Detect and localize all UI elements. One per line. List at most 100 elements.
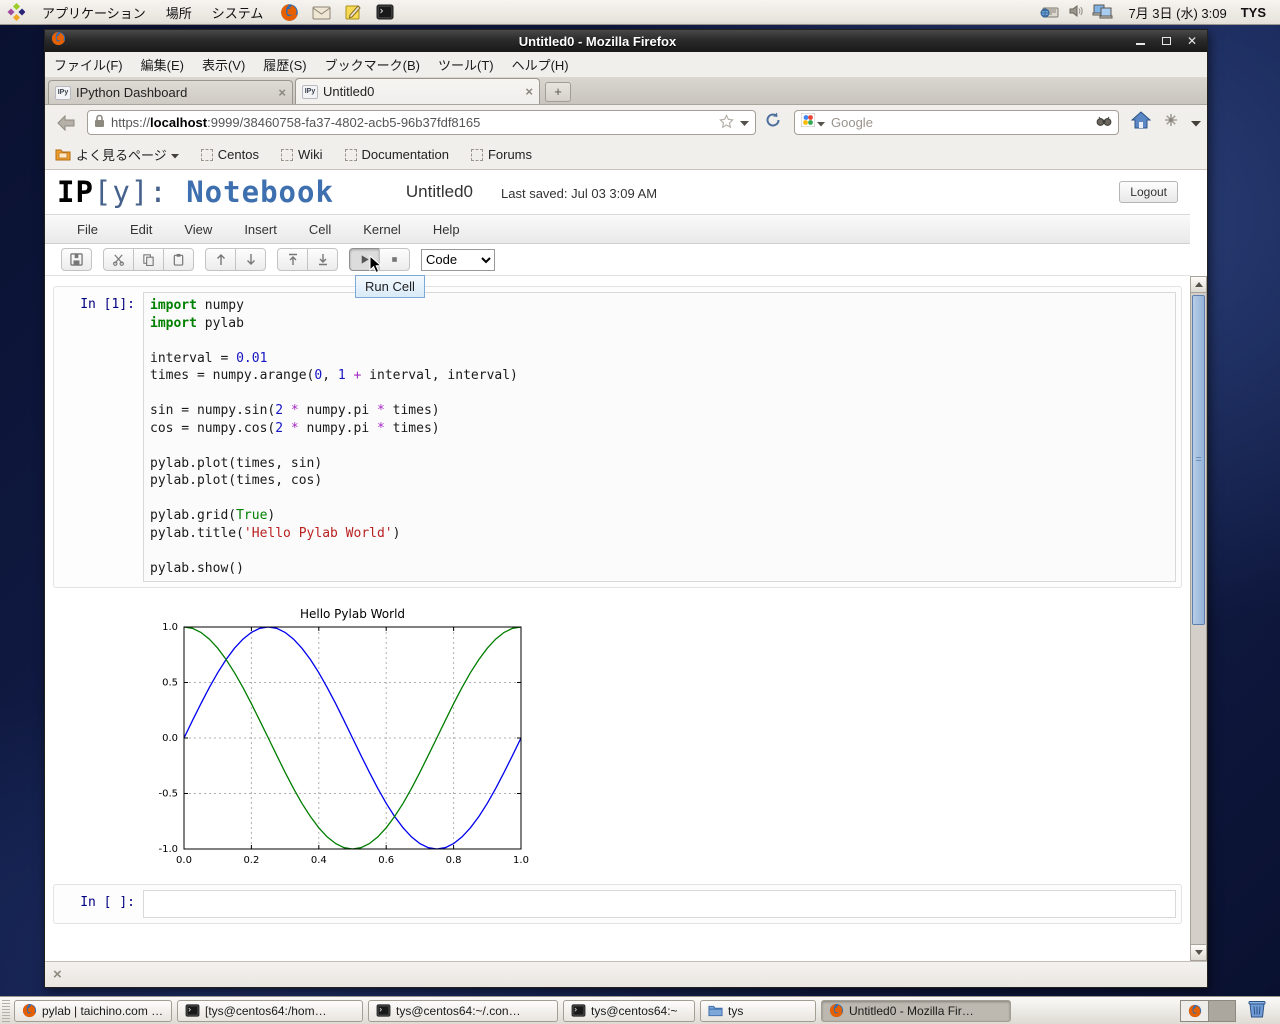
chart-svg: 0.00.20.40.60.81.0-1.0-0.50.00.51.0Hello… bbox=[151, 604, 563, 870]
bookmark-label: Centos bbox=[218, 147, 259, 162]
nb-menu-insert[interactable]: Insert bbox=[228, 215, 293, 243]
tab-ipython-dashboard[interactable]: IPyIPython Dashboard× bbox=[48, 80, 293, 104]
toolbar-overflow-chevron-icon[interactable] bbox=[1191, 114, 1201, 132]
url-dropdown-icon[interactable] bbox=[740, 115, 749, 130]
browser-menu-item-4[interactable]: ブックマーク(B) bbox=[316, 52, 429, 77]
taskbar-item-4[interactable]: tys bbox=[700, 1000, 816, 1022]
bookmark-item-centos[interactable]: Centos bbox=[201, 147, 259, 162]
nb-menu-view[interactable]: View bbox=[168, 215, 228, 243]
svg-text:0.0: 0.0 bbox=[176, 855, 192, 866]
browser-menu-item-1[interactable]: 編集(E) bbox=[132, 52, 193, 77]
panel-clock[interactable]: 7月 3日 (水) 3:09 bbox=[1122, 3, 1232, 22]
close-button[interactable]: ✕ bbox=[1181, 33, 1203, 49]
input-method-tray-icon[interactable] bbox=[1040, 4, 1060, 21]
workspace-switcher[interactable] bbox=[1180, 1000, 1236, 1022]
browser-menu-item-6[interactable]: ヘルプ(H) bbox=[503, 52, 578, 77]
terminal-launcher-icon[interactable] bbox=[374, 1, 396, 23]
taskbar-item-label: pylab | taichino.com … bbox=[42, 1004, 163, 1018]
code-line: import pylab bbox=[150, 315, 1169, 333]
workspace-2[interactable] bbox=[1208, 1001, 1235, 1021]
notebook-title[interactable]: Untitled0 bbox=[406, 182, 473, 202]
scroll-down-icon[interactable] bbox=[1191, 944, 1206, 960]
empty-input-area[interactable] bbox=[143, 890, 1176, 918]
addon-bar-close-button[interactable]: × bbox=[53, 966, 62, 983]
search-engine-icon[interactable] bbox=[801, 113, 815, 132]
taskbar-item-5[interactable]: Untitled0 - Mozilla Fir… bbox=[821, 1000, 1011, 1022]
minimize-button[interactable] bbox=[1129, 33, 1151, 49]
paste-cell-button[interactable] bbox=[163, 248, 194, 271]
volume-tray-icon[interactable] bbox=[1068, 4, 1084, 21]
logout-button[interactable]: Logout bbox=[1119, 181, 1178, 203]
bookmark-star-icon[interactable] bbox=[719, 114, 734, 132]
new-tab-button[interactable]: + bbox=[545, 82, 571, 102]
search-engine-dropdown-icon[interactable] bbox=[817, 114, 825, 132]
back-button[interactable] bbox=[51, 110, 81, 136]
taskbar-item-3[interactable]: tys@centos64:~ bbox=[563, 1000, 695, 1022]
taskbar-item-label: [tys@centos64:/hom… bbox=[205, 1004, 327, 1018]
move-cell-down-button[interactable] bbox=[235, 248, 266, 271]
network-tray-icon[interactable] bbox=[1092, 3, 1114, 22]
code-input-area[interactable]: import numpyimport pylab interval = 0.01… bbox=[143, 292, 1176, 582]
tab-close-icon[interactable]: × bbox=[519, 84, 533, 99]
plot-output: 0.00.20.40.60.81.0-1.0-0.50.00.51.0Hello… bbox=[151, 604, 563, 870]
url-field[interactable]: https://localhost:9999/38460758-fa37-480… bbox=[87, 110, 756, 135]
move-cell-up-button[interactable] bbox=[205, 248, 236, 271]
copy-cell-button[interactable] bbox=[133, 248, 164, 271]
nb-menu-edit[interactable]: Edit bbox=[114, 215, 168, 243]
notebook-toolbar: Code Run Cell bbox=[45, 244, 1190, 276]
taskbar-item-1[interactable]: [tys@centos64:/hom… bbox=[177, 1000, 363, 1022]
toolbar-extra-icon[interactable] bbox=[1163, 112, 1179, 133]
panel-menu-system[interactable]: システム bbox=[202, 0, 274, 24]
scroll-up-icon[interactable] bbox=[1191, 277, 1206, 293]
bookmark-label: Documentation bbox=[362, 147, 449, 162]
page-scrollbar[interactable] bbox=[1190, 276, 1207, 961]
tab-favicon: IPy bbox=[302, 85, 318, 99]
nb-menu-file[interactable]: File bbox=[61, 215, 114, 243]
tab-untitled0[interactable]: IPyUntitled0× bbox=[295, 78, 540, 104]
nb-menu-kernel[interactable]: Kernel bbox=[347, 215, 417, 243]
cut-cell-button[interactable] bbox=[103, 248, 134, 271]
insert-cell-below-button[interactable] bbox=[307, 248, 338, 271]
search-input[interactable] bbox=[831, 115, 1096, 130]
taskbar-item-0[interactable]: pylab | taichino.com … bbox=[14, 1000, 172, 1022]
tab-close-icon[interactable]: × bbox=[272, 85, 286, 100]
panel-menu-places[interactable]: 場所 bbox=[156, 0, 202, 24]
reload-button[interactable] bbox=[764, 111, 782, 134]
ipython-logo[interactable]: IP[y]: Notebook bbox=[57, 175, 334, 209]
workspace-1[interactable] bbox=[1181, 1001, 1208, 1021]
code-cell[interactable]: In [1]: import numpyimport pylab interva… bbox=[53, 286, 1182, 588]
nb-menu-help[interactable]: Help bbox=[417, 215, 476, 243]
bookmark-item-forums[interactable]: Forums bbox=[471, 147, 532, 162]
mail-launcher-icon[interactable] bbox=[310, 1, 332, 23]
home-button[interactable] bbox=[1131, 111, 1151, 134]
code-line: pylab.grid(True) bbox=[150, 507, 1169, 525]
insert-cell-above-button[interactable] bbox=[277, 248, 308, 271]
interrupt-kernel-button[interactable] bbox=[379, 248, 410, 271]
empty-code-cell[interactable]: In [ ]: bbox=[53, 884, 1182, 924]
bookmark-item-wiki[interactable]: Wiki bbox=[281, 147, 323, 162]
scroll-thumb[interactable] bbox=[1192, 295, 1205, 625]
text-editor-launcher-icon[interactable] bbox=[342, 1, 364, 23]
browser-menu-item-0[interactable]: ファイル(F) bbox=[45, 52, 132, 77]
code-editor[interactable]: import numpyimport pylab interval = 0.01… bbox=[150, 297, 1169, 577]
browser-menu-item-2[interactable]: 表示(V) bbox=[193, 52, 254, 77]
trash-icon[interactable] bbox=[1246, 997, 1268, 1024]
bookmark-smart-folder[interactable]: よく見るページ bbox=[55, 145, 179, 164]
bookmark-item-documentation[interactable]: Documentation bbox=[345, 147, 449, 162]
panel-user[interactable]: TYS bbox=[1241, 5, 1270, 20]
centos-logo-icon[interactable] bbox=[5, 1, 27, 23]
nb-menu-cell[interactable]: Cell bbox=[293, 215, 347, 243]
cell-type-select[interactable]: Code bbox=[421, 249, 495, 271]
taskbar-item-2[interactable]: tys@centos64:~/.con… bbox=[368, 1000, 558, 1022]
firefox-launcher-icon[interactable] bbox=[278, 1, 300, 23]
browser-menu-item-3[interactable]: 履歴(S) bbox=[254, 52, 315, 77]
taskbar-handle[interactable] bbox=[2, 1000, 10, 1022]
maximize-button[interactable] bbox=[1155, 33, 1177, 49]
save-button[interactable] bbox=[61, 248, 92, 271]
window-titlebar[interactable]: Untitled0 - Mozilla Firefox ✕ bbox=[45, 30, 1207, 52]
panel-menu-applications[interactable]: アプリケーション bbox=[32, 0, 156, 24]
browser-menu-item-5[interactable]: ツール(T) bbox=[429, 52, 503, 77]
search-go-icon[interactable] bbox=[1096, 114, 1112, 132]
svg-text:1.0: 1.0 bbox=[513, 855, 529, 866]
search-box[interactable] bbox=[794, 110, 1119, 135]
